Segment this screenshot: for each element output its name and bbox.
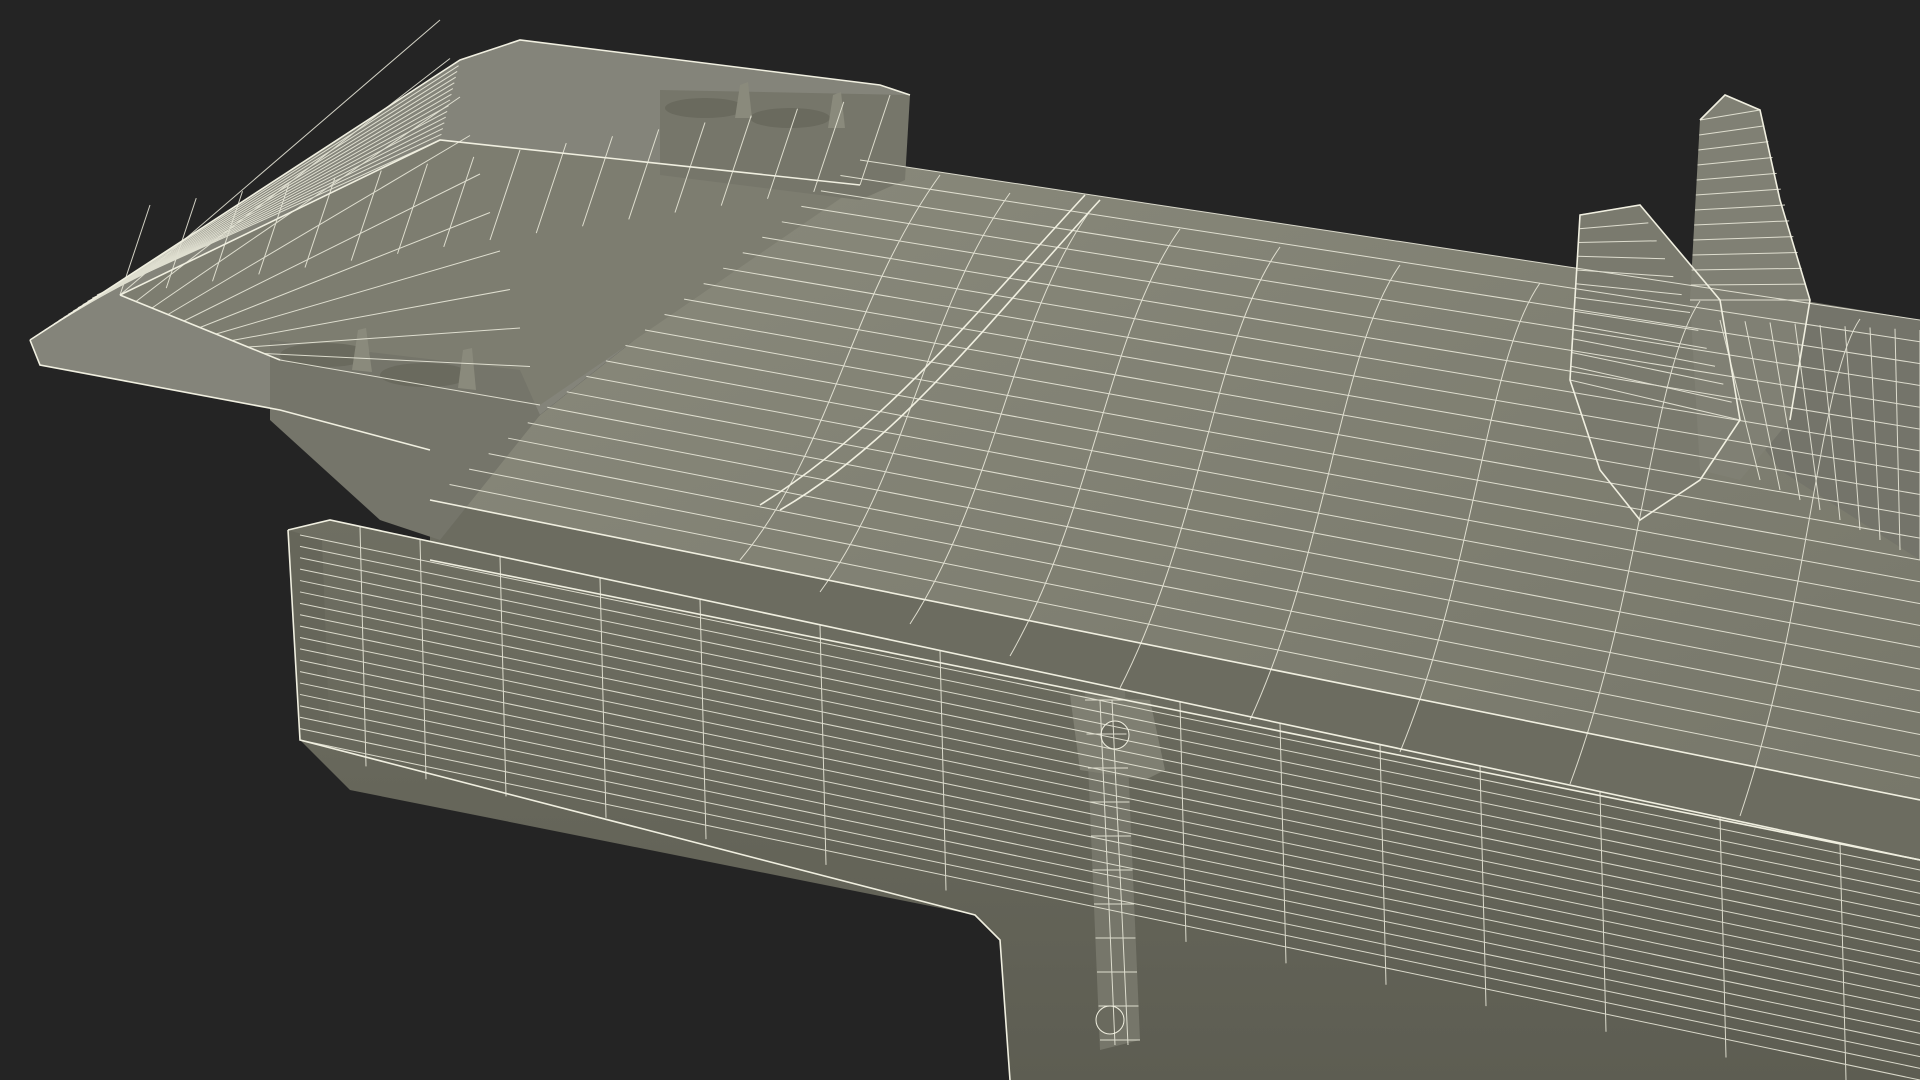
- wireframe-scene: [29, 19, 1920, 1080]
- knob-slot: [380, 363, 470, 387]
- knob-slot: [750, 108, 830, 128]
- bolt-top: [1100, 720, 1130, 750]
- bolt-bottom: [1095, 1005, 1125, 1035]
- render-viewport: [0, 0, 1920, 1080]
- knob-slot: [665, 98, 745, 118]
